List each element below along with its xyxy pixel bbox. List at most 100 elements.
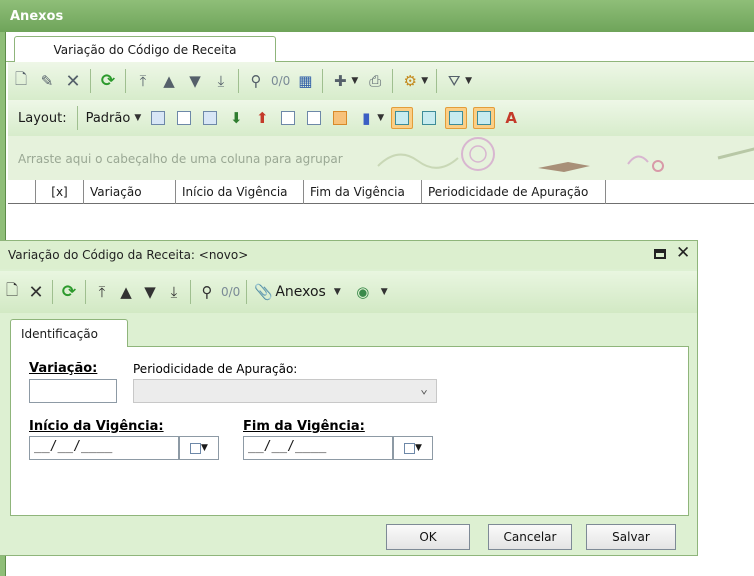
maximize-icon[interactable] (654, 249, 666, 259)
ok-button[interactable]: OK (386, 524, 470, 550)
export-up-icon[interactable]: ⬆ (253, 109, 271, 127)
previous-record-icon[interactable]: ▲ (117, 283, 135, 301)
grid-column-header: [x] Variação Início da Vigência Fim da V… (8, 180, 754, 204)
separator (246, 280, 248, 304)
dialog-body: Identificação Variação: Periodicidade de… (10, 319, 689, 516)
edit-grid-icon[interactable] (331, 109, 349, 127)
new-document-icon[interactable]: 🗋 (12, 70, 30, 90)
record-counter: 0/0 (221, 285, 241, 299)
cancel-button[interactable]: Cancelar (488, 524, 572, 550)
separator (392, 69, 394, 93)
find-binoculars-icon[interactable]: ⚲ (198, 283, 216, 301)
identificacao-panel: Variação: Periodicidade de Apuração: ⌄ I… (10, 346, 689, 516)
fim-vigencia-label: Fim da Vigência: (243, 419, 365, 434)
next-record-icon[interactable]: ▼ (141, 283, 159, 301)
periodicidade-label: Periodicidade de Apuração: (133, 362, 298, 376)
periodicidade-select[interactable]: ⌄ (133, 379, 437, 403)
layout-select[interactable]: Padrão (86, 111, 131, 126)
separator (76, 106, 78, 130)
calendar-grid-icon[interactable]: ▦ (296, 72, 314, 90)
calendar-icon (404, 442, 416, 454)
dialog-toolbar: 🗋 ✕ ⟳ ⤒ ▲ ▼ ⤓ ⚲ 0/0 📎 Anexos ▼ ◉ ▼ (0, 271, 697, 313)
variacao-field[interactable] (29, 379, 117, 403)
find-binoculars-icon[interactable]: ⚲ (247, 72, 265, 90)
dialog-title: Variação do Código da Receita: <novo> (0, 241, 697, 269)
inicio-vigencia-field[interactable]: __/__/____ (29, 436, 179, 460)
separator (238, 69, 239, 93)
record-counter: 0/0 (271, 74, 291, 88)
tools-icon[interactable]: ⚙ (401, 72, 419, 90)
separator (85, 280, 86, 304)
tab-variacao-codigo-receita[interactable]: Variação do Código de Receita (14, 36, 276, 63)
new-document-icon[interactable]: 🗋 (3, 281, 21, 301)
floral-decoration (377, 137, 754, 172)
column-header-fim-vigencia[interactable]: Fim da Vigência (304, 180, 422, 204)
separator (125, 69, 126, 93)
separator (322, 69, 324, 93)
chevron-down-icon[interactable]: ▼ (465, 76, 472, 86)
layout-label: Layout: (18, 110, 67, 126)
calendar-icon (190, 442, 202, 454)
grid-icon[interactable] (279, 109, 297, 127)
layout-toolbar: Layout: Padrão ▼ ⬇ ⬆ ▮ ▼ A (8, 100, 754, 136)
auto-filter-toggle-icon[interactable] (445, 107, 468, 129)
chevron-down-icon: ⌄ (420, 382, 428, 397)
preview-toggle-icon[interactable] (473, 107, 496, 129)
column-header-variacao[interactable]: Variação (84, 180, 176, 204)
export-down-icon[interactable]: ⬇ (227, 109, 245, 127)
delete-icon[interactable]: ✕ (64, 71, 82, 92)
layout-clear-icon[interactable] (175, 109, 193, 127)
column-header-selected[interactable]: [x] (36, 180, 84, 204)
delete-icon[interactable]: ✕ (27, 282, 45, 303)
chevron-down-icon[interactable]: ▼ (377, 113, 384, 123)
filter-grid-icon[interactable] (305, 109, 323, 127)
column-header-inicio-vigencia[interactable]: Início da Vigência (176, 180, 304, 204)
refresh-icon[interactable]: ⟳ (99, 71, 117, 91)
bar-chart-icon[interactable]: ▮ (357, 109, 375, 127)
chevron-down-icon[interactable]: ▼ (134, 113, 141, 123)
grid-toolbar: 🗋 ✎ ✕ ⟳ ⤒ ▲ ▼ ⤓ ⚲ 0/0 ▦ ✚ ▼ ⎙ ⚙ ▼ ⛛ ▼ (8, 62, 754, 100)
chevron-down-icon[interactable]: ▼ (421, 76, 428, 86)
chevron-down-icon[interactable]: ▼ (381, 287, 388, 297)
group-by-hint: Arraste aqui o cabeçalho de uma coluna p… (18, 152, 343, 166)
refresh-icon[interactable]: ⟳ (60, 282, 78, 302)
first-record-icon[interactable]: ⤒ (93, 283, 111, 301)
fim-vigencia-field[interactable]: __/__/____ (243, 436, 393, 460)
edit-icon[interactable]: ✎ (38, 72, 56, 90)
variacao-codigo-receita-dialog: Variação do Código da Receita: <novo> ✕ … (0, 240, 698, 556)
attachments-button[interactable]: Anexos (275, 284, 326, 300)
separator (436, 69, 438, 93)
plugin-icon[interactable]: ✚ (331, 72, 349, 90)
last-record-icon[interactable]: ⤓ (212, 72, 230, 90)
paperclip-icon[interactable]: 📎 (254, 283, 273, 301)
footer-toggle-icon[interactable] (420, 109, 438, 127)
column-indicator (8, 180, 36, 204)
group-by-panel[interactable]: Arraste aqui o cabeçalho de uma coluna p… (8, 136, 754, 180)
globe-icon[interactable]: ◉ (354, 283, 372, 301)
variacao-label: Variação: (29, 361, 98, 376)
filter-icon[interactable]: ⛛ (445, 72, 463, 90)
tab-strip: Variação do Código de Receita (6, 32, 754, 63)
next-record-icon[interactable]: ▼ (186, 72, 204, 90)
save-button[interactable]: Salvar (586, 524, 676, 550)
last-record-icon[interactable]: ⤓ (165, 283, 183, 301)
chevron-down-icon[interactable]: ▼ (351, 76, 358, 86)
separator (52, 280, 53, 304)
tab-identificacao[interactable]: Identificação (10, 319, 128, 347)
print-icon[interactable]: ⎙ (366, 72, 384, 90)
column-header-periodicidade[interactable]: Periodicidade de Apuração (422, 180, 606, 204)
close-icon[interactable]: ✕ (676, 243, 690, 263)
font-icon[interactable]: A (502, 109, 520, 127)
inicio-vigencia-calendar-button[interactable]: ▼ (179, 436, 219, 460)
window-title: Anexos (0, 0, 754, 32)
group-panel-toggle-icon[interactable] (391, 107, 414, 129)
dialog-footer: OK Cancelar Salvar (0, 517, 697, 557)
separator (90, 69, 91, 93)
previous-record-icon[interactable]: ▲ (160, 72, 178, 90)
fim-vigencia-calendar-button[interactable]: ▼ (393, 436, 433, 460)
first-record-icon[interactable]: ⤒ (134, 72, 152, 90)
inicio-vigencia-label: Início da Vigência: (29, 419, 164, 434)
layout-save-icon[interactable] (149, 109, 167, 127)
chevron-down-icon[interactable]: ▼ (334, 287, 341, 297)
layout-columns-icon[interactable] (201, 109, 219, 127)
